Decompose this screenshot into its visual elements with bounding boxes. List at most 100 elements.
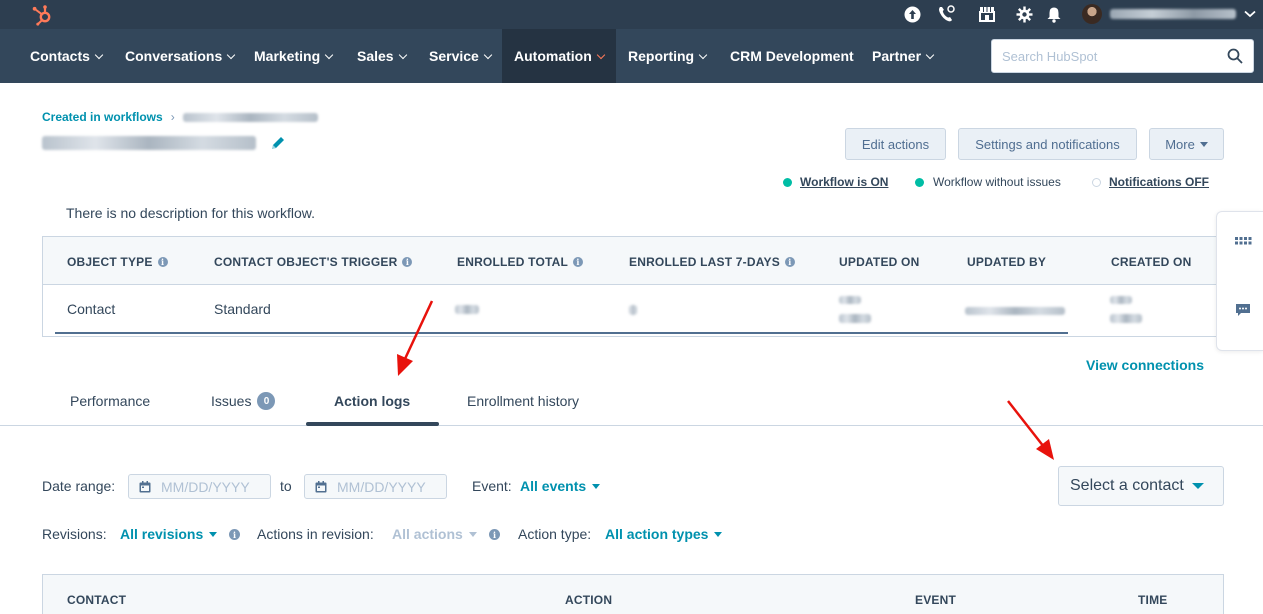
user-name-redacted [1110, 9, 1236, 19]
event-dropdown[interactable]: All events [520, 478, 601, 494]
top-utility-bar [0, 0, 1263, 29]
active-tab-indicator [306, 422, 439, 426]
actions-in-revision-dropdown[interactable]: All actions [392, 526, 477, 542]
workflow-summary-table: OBJECT TYPE i CONTACT OBJECT'S TRIGGER i E… [42, 236, 1237, 337]
start-date-field [128, 474, 271, 499]
tab-performance[interactable]: Performance [70, 393, 150, 409]
settings-notifications-button[interactable]: Settings and notifications [958, 128, 1137, 160]
chat-icon[interactable] [1234, 303, 1252, 317]
caret-down-icon [1191, 483, 1204, 489]
tab-issues[interactable]: Issues 0 [211, 392, 276, 410]
workflow-on-status[interactable]: Workflow is ON [783, 175, 888, 189]
more-button[interactable]: More [1149, 128, 1224, 160]
pencil-icon[interactable] [270, 135, 286, 151]
to-label: to [280, 478, 292, 494]
workflow-name-redacted [42, 136, 256, 150]
header-object-type: OBJECT TYPE i [67, 255, 168, 269]
breadcrumb-created-in-workflows[interactable]: Created in workflows [42, 110, 163, 124]
end-date-input[interactable] [337, 478, 437, 495]
event-label: Event: [472, 478, 512, 494]
calendar-icon [315, 480, 327, 492]
right-side-panel [1216, 211, 1263, 351]
caret-down-icon [468, 531, 477, 537]
caret-down-icon [209, 531, 218, 537]
header-enrolled-7-days: ENROLLED LAST 7-DAYS i [629, 255, 795, 269]
nav-sales[interactable]: Sales [357, 29, 407, 83]
tab-bar: Performance Issues 0 Action logs Enrollme… [0, 380, 1263, 426]
info-icon[interactable]: i [229, 529, 240, 540]
upgrade-icon[interactable] [902, 4, 922, 24]
value-updated-by-redacted [965, 307, 1065, 315]
nav-crm-development[interactable]: CRM Development [730, 29, 854, 83]
info-icon[interactable]: i [157, 257, 168, 267]
chevron-down-icon [398, 50, 407, 59]
status-dot-icon [915, 177, 924, 187]
settings-icon[interactable] [1014, 4, 1034, 24]
value-enrolled-7-redacted [629, 305, 637, 315]
view-connections-link[interactable]: View connections [1086, 357, 1204, 373]
hubspot-logo-icon[interactable] [30, 3, 54, 27]
chevron-down-icon [227, 50, 236, 59]
value-updated-on-redacted [839, 314, 871, 323]
nav-reporting[interactable]: Reporting [628, 29, 708, 83]
header-event[interactable]: EVENT [915, 593, 956, 607]
user-menu[interactable] [1082, 3, 1256, 25]
apps-grid-icon[interactable] [1234, 234, 1252, 248]
workflow-issues-status: Workflow without issues [915, 175, 1061, 189]
action-type-dropdown[interactable]: All action types [605, 526, 723, 542]
search-box [991, 39, 1254, 73]
status-dot-icon [1092, 177, 1101, 187]
calendar-icon [139, 480, 151, 492]
chevron-down-icon [698, 50, 708, 59]
revisions-dropdown[interactable]: All revisions [120, 526, 218, 542]
value-created-on-redacted [1110, 296, 1132, 304]
status-dot-icon [783, 177, 792, 187]
notifications-icon[interactable] [1044, 4, 1064, 24]
nav-marketing[interactable]: Marketing [254, 29, 334, 83]
value-updated-on-redacted [839, 296, 861, 304]
chevron-right-icon: › [170, 110, 175, 124]
horizontal-scrollbar[interactable] [55, 332, 1068, 334]
chevron-down-icon [324, 50, 334, 59]
date-range-label: Date range: [42, 478, 116, 494]
chevron-down-icon [94, 50, 104, 59]
info-icon[interactable]: i [402, 257, 413, 267]
avatar [1082, 4, 1102, 24]
end-date-field [304, 474, 447, 499]
chevron-down-icon [483, 50, 493, 59]
value-created-on-redacted [1110, 314, 1142, 323]
header-contact[interactable]: CONTACT [67, 593, 126, 607]
tab-enrollment-history[interactable]: Enrollment history [467, 393, 579, 409]
action-type-label: Action type: [518, 526, 592, 542]
info-icon[interactable]: i [573, 257, 584, 267]
actions-in-revision-label: Actions in revision: [257, 526, 374, 542]
nav-automation[interactable]: Automation [502, 29, 616, 83]
caret-down-icon [592, 483, 601, 489]
nav-partner[interactable]: Partner [872, 29, 935, 83]
nav-contacts[interactable]: Contacts [30, 29, 104, 83]
value-enrolled-total-redacted [455, 305, 479, 314]
header-action[interactable]: ACTION [565, 593, 612, 607]
tab-action-logs[interactable]: Action logs [334, 393, 410, 409]
search-input[interactable] [992, 40, 1222, 72]
page-title [42, 135, 286, 151]
notifications-status[interactable]: Notifications OFF [1092, 175, 1209, 189]
marketplace-icon[interactable] [977, 4, 997, 24]
value-object-type: Contact [67, 301, 116, 317]
calling-icon[interactable] [936, 4, 956, 24]
caret-down-icon [714, 531, 723, 537]
select-contact-dropdown[interactable]: Select a contact [1058, 466, 1224, 506]
edit-actions-button[interactable]: Edit actions [845, 128, 946, 160]
breadcrumb-current-redacted [182, 112, 318, 122]
nav-service[interactable]: Service [429, 29, 493, 83]
search-icon[interactable] [1227, 48, 1243, 64]
header-trigger: CONTACT OBJECT'S TRIGGER i [214, 255, 413, 269]
value-trigger: Standard [214, 301, 271, 317]
info-icon[interactable]: i [489, 529, 500, 540]
start-date-input[interactable] [161, 478, 261, 495]
breadcrumb: Created in workflows › [42, 110, 318, 124]
info-icon[interactable]: i [784, 257, 795, 267]
chevron-down-icon [1244, 10, 1256, 18]
header-time[interactable]: TIME [1138, 593, 1167, 607]
nav-conversations[interactable]: Conversations [125, 29, 236, 83]
